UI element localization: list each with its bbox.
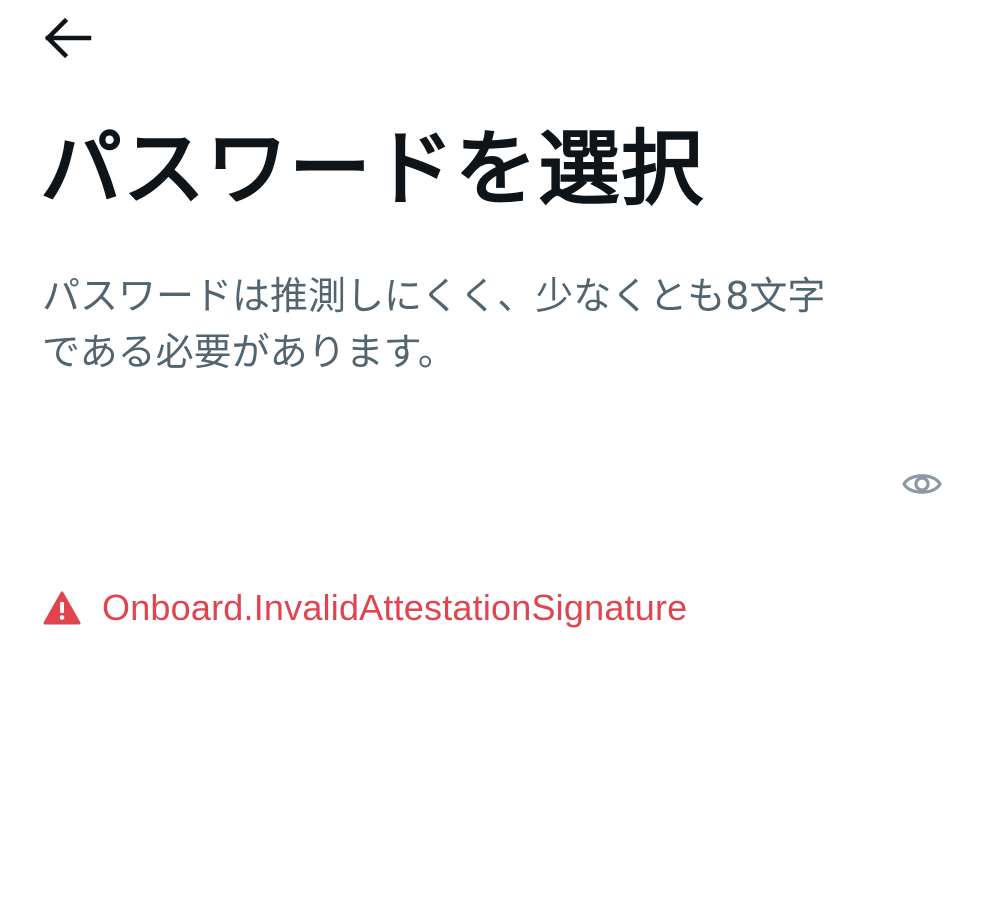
error-text: Onboard.InvalidAttestationSignature: [102, 587, 688, 628]
subtitle-line-2: である必要があります。: [42, 330, 456, 374]
password-field: [40, 448, 960, 524]
subtitle-line-1: パスワードは推測しにくく、少なくとも8文字: [42, 274, 826, 318]
show-password-toggle[interactable]: [902, 466, 942, 506]
page-title: パスワードを選択: [40, 122, 705, 217]
error-message: Onboard.InvalidAttestationSignature: [42, 584, 687, 632]
arrow-left-icon: [44, 16, 92, 60]
eye-icon: [902, 469, 942, 503]
page-subtitle: パスワードは推測しにくく、少なくとも8文字 である必要があります。: [42, 268, 942, 380]
warning-triangle-icon: [42, 588, 82, 628]
back-button[interactable]: [44, 14, 100, 62]
password-input[interactable]: [40, 448, 880, 524]
